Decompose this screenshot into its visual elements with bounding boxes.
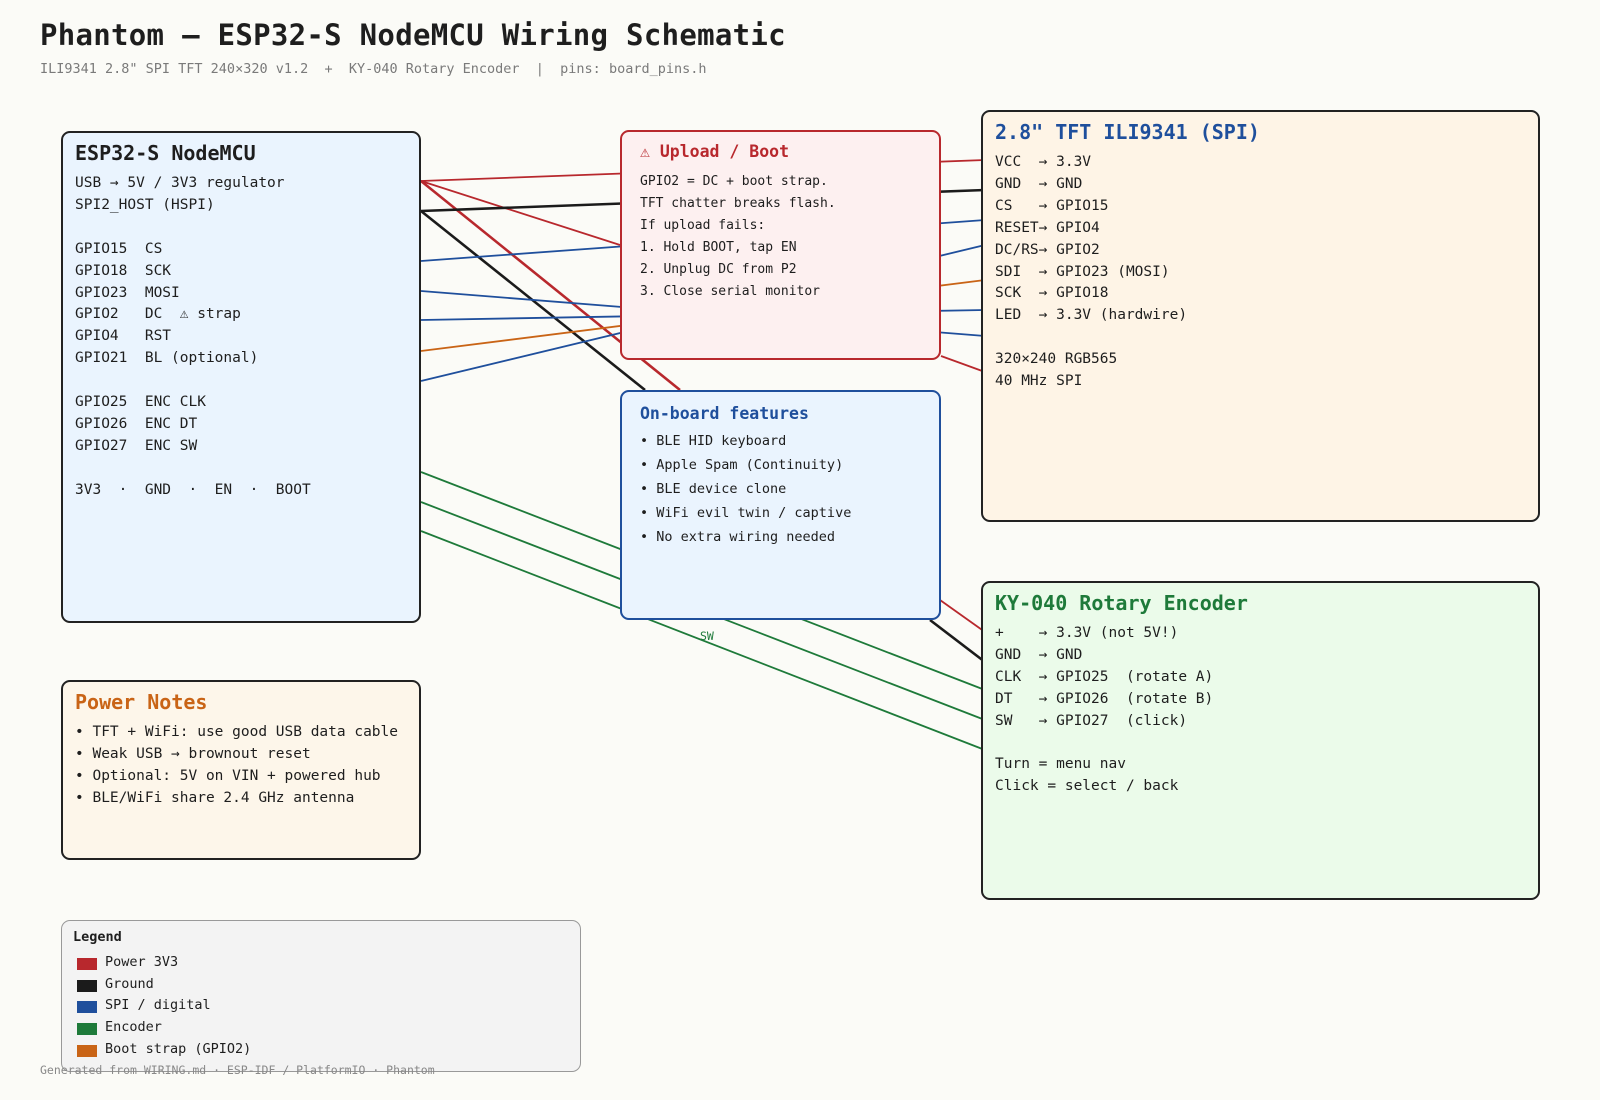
- tft-pin-line: VCC → 3.3V: [995, 154, 1092, 170]
- legend-swatch: [77, 1045, 97, 1058]
- encoder-pin-line: SW → GPIO27 (click): [995, 712, 1188, 729]
- upload-boot-line: 1. Hold BOOT, tap EN: [640, 239, 797, 255]
- esp32-pin-line: GPIO23 MOSI: [75, 284, 180, 301]
- esp32-pin-line: [75, 458, 407, 480]
- encoder-pin-line: GND → GND: [995, 646, 1083, 663]
- legend-label: Encoder: [105, 1019, 162, 1036]
- feature-item: • Apple Spam (Continuity): [640, 457, 844, 473]
- esp32-pin-line: [75, 217, 407, 239]
- page-subtitle: ILI9341 2.8" SPI TFT 240×320 v1.2 + KY-0…: [40, 61, 707, 77]
- encoder-pin-line: [995, 733, 1526, 755]
- tft-pin-line: 40 MHz SPI: [995, 373, 1083, 390]
- tft-pin-line: SCK → GPIO18: [995, 285, 1109, 302]
- esp32-board-title: ESP32-S NodeMCU: [75, 141, 256, 165]
- encoder-pin-list: + → 3.3V (not 5V!) GND → GND CLK → GPIO25 …: [995, 623, 1526, 798]
- legend: Legend Power 3V3 Ground SPI / digital Encod…: [61, 920, 581, 1072]
- tft-display-box: 2.8" TFT ILI9341 (SPI) VCC → 3.3V GND → G…: [981, 110, 1540, 522]
- legend-label: Power 3V3: [105, 953, 179, 970]
- wire-power-tft-led: [940, 355, 986, 373]
- esp32-pin-line: GPIO25 ENC CLK: [75, 394, 206, 411]
- legend-title: Legend: [73, 929, 122, 945]
- feature-item: • BLE HID keyboard: [640, 433, 787, 449]
- encoder-pin-line: DT → GPIO26 (rotate B): [995, 690, 1214, 707]
- legend-swatch: [77, 1023, 97, 1036]
- wire-label-sw: SW: [700, 629, 714, 643]
- onboard-features-list: • BLE HID keyboard • Apple Spam (Continui…: [640, 429, 921, 549]
- footer: Generated from WIRING.md · ESP-IDF / Pla…: [40, 1063, 435, 1077]
- onboard-features-title: On-board features: [640, 404, 809, 423]
- feature-item: • No extra wiring needed: [640, 529, 836, 545]
- legend-item: Power 3V3: [73, 951, 569, 973]
- feature-item: • BLE device clone: [640, 481, 787, 497]
- esp32-pin-line: [75, 370, 407, 392]
- upload-boot-line: 2. Unplug DC from P2: [640, 261, 797, 277]
- tft-pin-line: 320×240 RGB565: [995, 351, 1118, 368]
- power-note-item: • TFT + WiFi: use good USB data cable: [75, 724, 399, 740]
- upload-boot-line: If upload fails:: [640, 217, 766, 233]
- encoder-pin-line: CLK → GPIO25 (rotate A): [995, 668, 1214, 685]
- legend-swatch: [77, 957, 97, 970]
- onboard-features-box: On-board features • BLE HID keyboard • Ap…: [620, 390, 941, 620]
- esp32-pin-line: USB → 5V / 3V3 regulator: [75, 175, 285, 191]
- power-notes-box: Power Notes • TFT + WiFi: use good USB d…: [61, 680, 421, 860]
- upload-boot-title: ⚠ Upload / Boot: [640, 142, 790, 161]
- tft-pin-line: CS → GPIO15: [995, 197, 1109, 214]
- upload-boot-line: 3. Close serial monitor: [640, 283, 821, 299]
- tft-pin-line: [995, 327, 1526, 349]
- wire-power-encoder-vcc: [939, 599, 986, 633]
- esp32-pin-line: GPIO2 DC ⚠ strap: [75, 306, 241, 323]
- legend-label: Boot strap (GPIO2): [105, 1041, 252, 1058]
- upload-boot-lines: GPIO2 = DC + boot strap. TFT chatter brea…: [640, 171, 921, 302]
- tft-pin-line: SDI → GPIO23 (MOSI): [995, 263, 1170, 280]
- esp32-pin-line: GPIO15 CS: [75, 240, 163, 257]
- feature-item: • WiFi evil twin / captive: [640, 505, 852, 521]
- legend-label: Ground: [105, 975, 154, 992]
- tft-pin-line: GND → GND: [995, 175, 1083, 192]
- tft-pin-line: RESET→ GPIO4: [995, 219, 1100, 236]
- rotary-encoder-title: KY-040 Rotary Encoder: [995, 591, 1248, 615]
- legend-swatch: [77, 979, 97, 992]
- encoder-pin-line: + → 3.3V (not 5V!): [995, 625, 1179, 641]
- tft-display-title: 2.8" TFT ILI9341 (SPI): [995, 120, 1260, 144]
- legend-item: Encoder: [73, 1016, 569, 1038]
- esp32-pin-line: SPI2_HOST (HSPI): [75, 196, 215, 213]
- legend-swatch: [77, 1001, 97, 1014]
- esp32-pin-line: GPIO21 BL (optional): [75, 350, 259, 367]
- esp32-pin-line: GPIO27 ENC SW: [75, 437, 198, 454]
- upload-boot-line: GPIO2 = DC + boot strap.: [640, 174, 828, 189]
- power-notes-list: • TFT + WiFi: use good USB data cable • W…: [75, 722, 407, 810]
- upload-boot-note: ⚠ Upload / Boot GPIO2 = DC + boot strap.…: [620, 130, 941, 360]
- page-title: Phantom — ESP32-S NodeMCU Wiring Schemat…: [40, 18, 786, 52]
- encoder-pin-line: Turn = menu nav: [995, 756, 1126, 773]
- legend-label: SPI / digital: [105, 997, 211, 1014]
- power-note-item: • Weak USB → brownout reset: [75, 745, 311, 762]
- upload-boot-line: TFT chatter breaks flash.: [640, 195, 836, 211]
- esp32-pin-line: GPIO26 ENC DT: [75, 415, 198, 432]
- tft-pin-line: DC/RS→ GPIO2: [995, 241, 1100, 258]
- legend-item: SPI / digital: [73, 995, 569, 1017]
- rotary-encoder-box: KY-040 Rotary Encoder + → 3.3V (not 5V!)…: [981, 581, 1540, 900]
- power-note-item: • BLE/WiFi share 2.4 GHz antenna: [75, 789, 355, 806]
- tft-pin-list: VCC → 3.3V GND → GND CS → GPIO15 RESET→ GPI…: [995, 152, 1526, 393]
- esp32-board-box: ESP32-S NodeMCU USB → 5V / 3V3 regulator…: [61, 131, 421, 623]
- esp32-pin-list: USB → 5V / 3V3 regulator SPI2_HOST (HSPI)…: [75, 173, 407, 502]
- esp32-pin-line: 3V3 · GND · EN · BOOT: [75, 481, 311, 498]
- tft-pin-line: LED → 3.3V (hardwire): [995, 307, 1188, 324]
- power-note-item: • Optional: 5V on VIN + powered hub: [75, 767, 381, 784]
- esp32-pin-line: GPIO18 SCK: [75, 262, 172, 279]
- legend-items: Power 3V3 Ground SPI / digital Encoder Boot …: [73, 951, 569, 1060]
- encoder-pin-line: Click = select / back: [995, 778, 1179, 795]
- esp32-pin-line: GPIO4 RST: [75, 328, 172, 345]
- power-notes-title: Power Notes: [75, 690, 208, 714]
- legend-item: Boot strap (GPIO2): [73, 1038, 569, 1060]
- legend-item: Ground: [73, 973, 569, 995]
